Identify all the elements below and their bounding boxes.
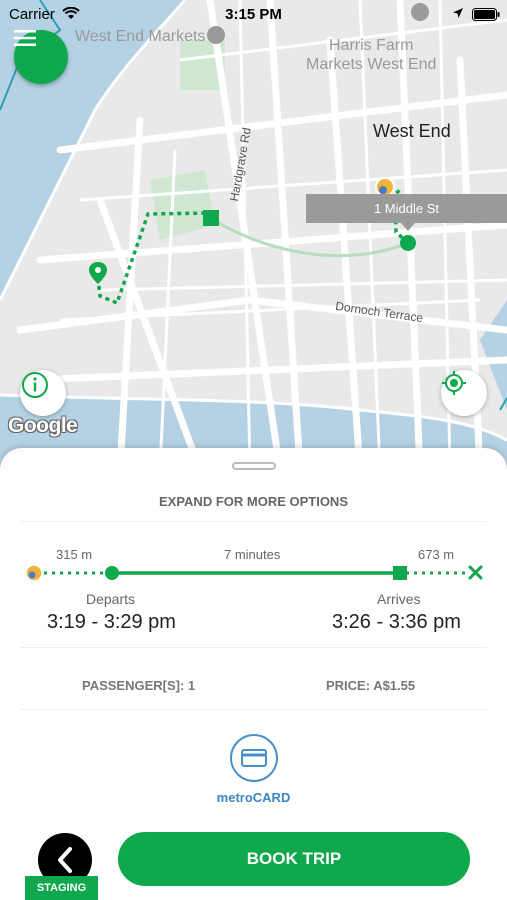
- avatar-icon: [25, 564, 43, 582]
- payment-method-button[interactable]: [230, 734, 278, 782]
- passenger-count[interactable]: PASSENGER[S]: 1: [82, 678, 195, 693]
- locate-me-button[interactable]: [441, 370, 487, 416]
- google-logo: Google: [8, 414, 78, 437]
- poi-harris-farm: Harris Farm Markets West End: [306, 36, 436, 74]
- area-label: West End: [373, 121, 451, 141]
- card-icon: [241, 749, 267, 767]
- departs-time: 3:19 - 3:29 pm: [47, 611, 176, 633]
- payment-method-label[interactable]: metroCARD: [0, 790, 507, 805]
- poi-harris-farm-line1: Harris Farm: [328, 37, 414, 54]
- menu-icon: [14, 30, 36, 46]
- trip-sheet: EXPAND FOR MORE OPTIONS 315 m 7 minutes …: [0, 448, 507, 900]
- callout-pointer: [401, 223, 415, 231]
- close-x-icon: [468, 565, 483, 580]
- staging-badge: STAGING: [25, 876, 98, 900]
- divider: [20, 521, 487, 522]
- book-trip-button[interactable]: BOOK TRIP: [118, 832, 470, 886]
- trip-price: PRICE: A$1.55: [326, 678, 416, 693]
- locate-icon: [442, 371, 466, 395]
- trip-timeline: [25, 564, 483, 582]
- dropoff-point: [393, 566, 407, 580]
- status-bar: Carrier 3:15 PM: [0, 0, 507, 28]
- arrives-time: 3:26 - 3:36 pm: [332, 611, 461, 633]
- divider: [20, 647, 487, 648]
- info-button[interactable]: [20, 370, 66, 416]
- clock: 3:15 PM: [225, 6, 282, 23]
- back-chevron-icon: [58, 847, 72, 873]
- departs-label: Departs: [86, 591, 136, 607]
- map-view[interactable]: West End Markets Harris Farm Markets Wes…: [0, 0, 507, 470]
- pickup-point: [105, 566, 119, 580]
- expand-options-link[interactable]: EXPAND FOR MORE OPTIONS: [0, 494, 507, 509]
- location-arrow-icon: [453, 8, 463, 18]
- info-icon: [22, 372, 48, 398]
- sheet-drag-handle[interactable]: [232, 462, 276, 470]
- poi-west-end-markets: West End Markets: [75, 28, 206, 45]
- menu-button[interactable]: [14, 30, 68, 84]
- poi-harris-farm-line2: Markets West End: [306, 56, 437, 73]
- battery-icon: [472, 8, 500, 21]
- divider: [20, 709, 487, 710]
- arrives-label: Arrives: [377, 591, 421, 607]
- destination-callout[interactable]: 1 Middle St: [306, 194, 507, 223]
